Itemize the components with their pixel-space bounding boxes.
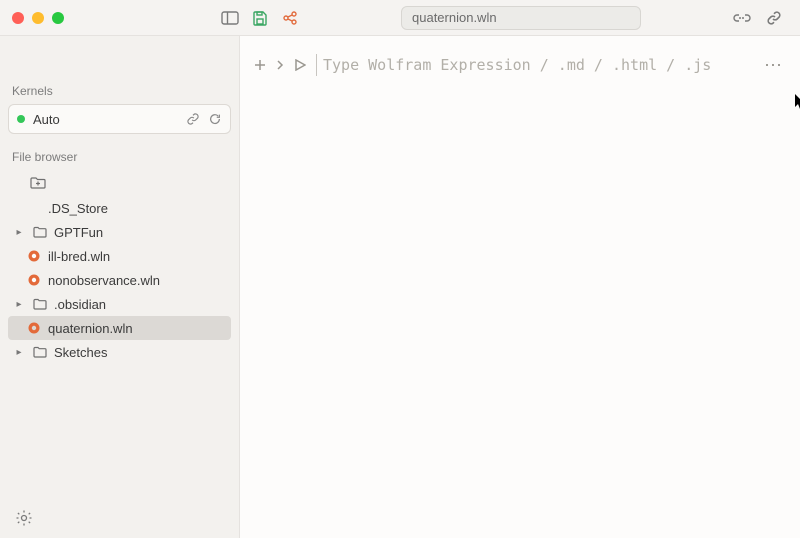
window-minimize-button[interactable]: [32, 12, 44, 24]
link-button[interactable]: [764, 8, 784, 28]
titlebar-center: quaternion.wln: [240, 6, 732, 30]
new-folder-button[interactable]: [8, 172, 231, 196]
folder-item-gptfun[interactable]: ▸ GPTFun: [8, 220, 231, 244]
folder-label: GPTFun: [54, 225, 103, 240]
sidebar-footer: [0, 498, 239, 538]
cell-gutter: [254, 59, 306, 71]
traffic-lights: [12, 12, 64, 24]
settings-button[interactable]: [14, 508, 34, 528]
sidebar: Kernels Auto: [0, 36, 240, 538]
file-item-dsstore[interactable]: .DS_Store: [8, 196, 231, 220]
run-cell-button[interactable]: [294, 59, 306, 71]
folder-icon: [32, 224, 48, 240]
wln-icon: [26, 272, 42, 288]
expand-cell-button[interactable]: [276, 60, 284, 70]
main: Kernels Auto: [0, 36, 800, 538]
folder-item-sketches[interactable]: ▸ Sketches: [8, 340, 231, 364]
chevron-right-icon: ▸: [12, 347, 26, 358]
folder-label: .obsidian: [54, 297, 106, 312]
cell-input[interactable]: Type Wolfram Expression / .md / .html / …: [316, 54, 754, 76]
window-maximize-button[interactable]: [52, 12, 64, 24]
blank-icon: [26, 200, 42, 216]
kernels-section-title: Kernels: [0, 80, 239, 104]
link-secondary-button[interactable]: [732, 8, 752, 28]
folder-label: Sketches: [54, 345, 107, 360]
file-label: nonobservance.wln: [48, 273, 160, 288]
chevron-right-icon: ▸: [12, 299, 26, 310]
folder-icon: [32, 296, 48, 312]
titlebar-left: [12, 8, 240, 28]
add-cell-button[interactable]: [254, 59, 266, 71]
cell-row: Type Wolfram Expression / .md / .html / …: [240, 50, 800, 80]
file-browser-list: .DS_Store ▸ GPTFun ill-bred.wln: [0, 170, 239, 372]
mouse-cursor-icon: [795, 94, 800, 110]
sidebar-content: Kernels Auto: [0, 36, 239, 498]
cell-placeholder: Type Wolfram Expression / .md / .html / …: [323, 56, 711, 74]
file-label: quaternion.wln: [48, 321, 133, 336]
wln-icon: [26, 248, 42, 264]
chevron-right-icon: ▸: [12, 227, 26, 238]
editor-area: Type Wolfram Expression / .md / .html / …: [240, 36, 800, 538]
file-label: .DS_Store: [48, 201, 108, 216]
file-label: ill-bred.wln: [48, 249, 110, 264]
file-item-nonobservance[interactable]: nonobservance.wln: [8, 268, 231, 292]
kernel-status-indicator: [17, 115, 25, 123]
share-button[interactable]: [280, 8, 300, 28]
save-button[interactable]: [250, 8, 270, 28]
titlebar: quaternion.wln: [0, 0, 800, 36]
file-item-illbred[interactable]: ill-bred.wln: [8, 244, 231, 268]
kernel-restart-icon[interactable]: [208, 112, 222, 126]
cell-more-button[interactable]: ⋯: [764, 55, 786, 76]
wln-icon: [26, 320, 42, 336]
file-item-quaternion[interactable]: quaternion.wln: [8, 316, 231, 340]
kernel-name: Auto: [33, 112, 178, 127]
filename-pill[interactable]: quaternion.wln: [401, 6, 641, 30]
kernel-row[interactable]: Auto: [8, 104, 231, 134]
window-close-button[interactable]: [12, 12, 24, 24]
filename-text: quaternion.wln: [412, 10, 497, 25]
toggle-sidebar-button[interactable]: [220, 8, 240, 28]
folder-item-obsidian[interactable]: ▸ .obsidian: [8, 292, 231, 316]
file-browser-section-title: File browser: [0, 146, 239, 170]
kernel-link-icon[interactable]: [186, 112, 200, 126]
titlebar-right: [732, 8, 788, 28]
folder-icon: [32, 344, 48, 360]
